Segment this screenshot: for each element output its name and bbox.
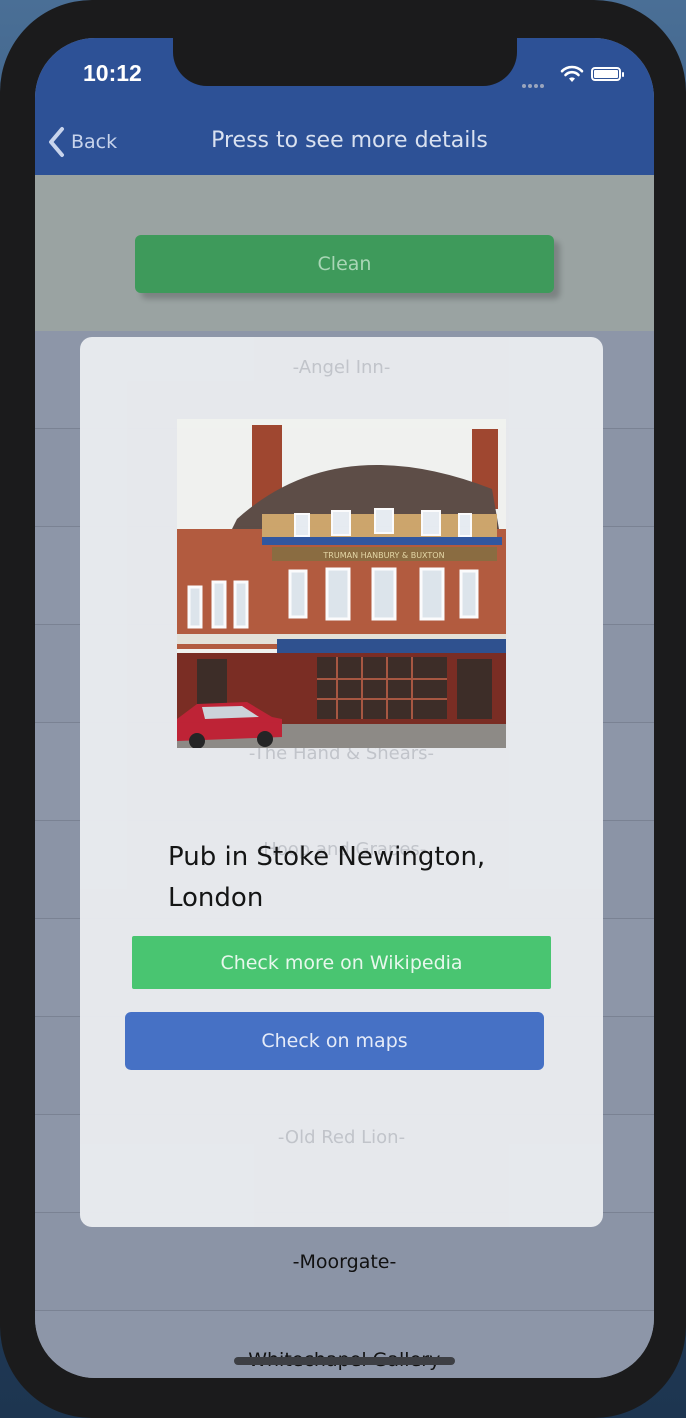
navigation-bar: 10:12 Back Press to see more details bbox=[35, 38, 654, 175]
details-modal: -Angel Inn- -The Hand & Shears- -Hoop an… bbox=[80, 337, 603, 1227]
svg-text:TRUMAN HANBURY & BUXTON: TRUMAN HANBURY & BUXTON bbox=[322, 551, 444, 560]
home-indicator[interactable] bbox=[234, 1357, 455, 1365]
list-item-moorgate[interactable]: -Moorgate- bbox=[35, 1213, 654, 1311]
wifi-icon bbox=[560, 65, 584, 82]
ghost-label: -Old Red Lion- bbox=[277, 1127, 406, 1148]
battery-icon bbox=[591, 67, 624, 81]
device-notch bbox=[173, 38, 517, 86]
status-time: 10:12 bbox=[83, 60, 142, 86]
page-title: Press to see more details bbox=[211, 128, 488, 153]
list-item-whitechapel-gallery[interactable]: -Whitechapel Gallery- bbox=[35, 1311, 654, 1378]
wikipedia-button[interactable]: Check more on Wikipedia bbox=[132, 936, 551, 989]
signal-icon bbox=[522, 73, 546, 92]
pub-description: Pub in Stoke Newington, London bbox=[168, 842, 486, 913]
clean-area: Clean bbox=[35, 175, 654, 331]
app-screen: 10:12 Back Press to see more details Cle… bbox=[35, 38, 654, 1378]
maps-button[interactable]: Check on maps bbox=[125, 1012, 544, 1070]
phone-frame: 10:12 Back Press to see more details Cle… bbox=[0, 0, 686, 1418]
pub-photo: TRUMAN HANBURY & BUXTON bbox=[177, 419, 506, 748]
ghost-label: -Angel Inn- bbox=[292, 357, 391, 378]
clean-button[interactable]: Clean bbox=[135, 235, 554, 293]
